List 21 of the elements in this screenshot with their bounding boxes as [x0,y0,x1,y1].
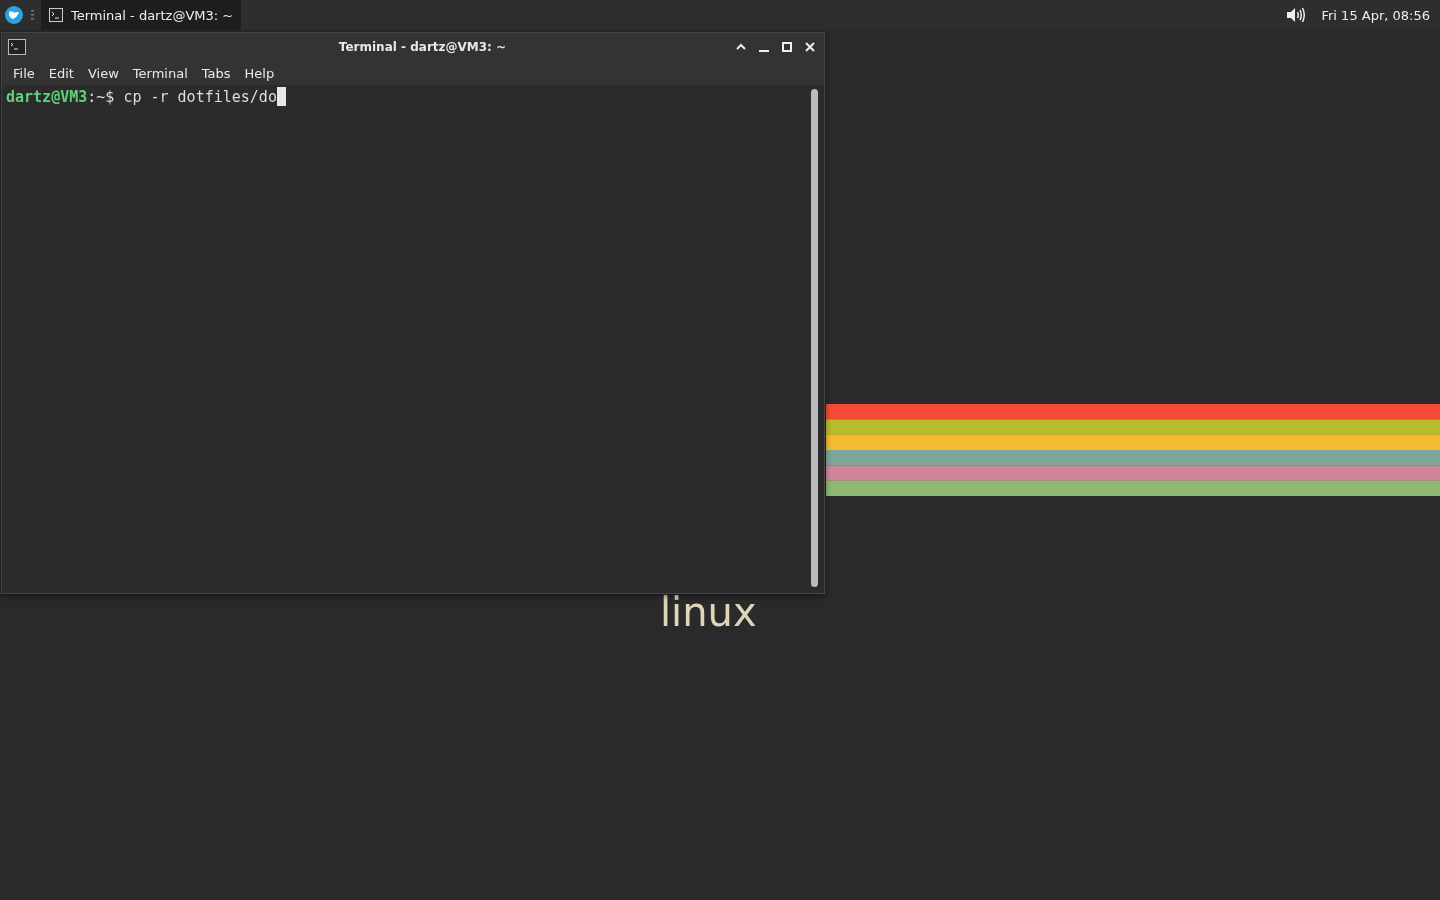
maximize-icon[interactable] [781,41,793,53]
menu-item[interactable]: Edit [41,65,81,81]
drag-handle-icon [31,10,34,20]
menu-item[interactable]: Tabs [194,65,238,81]
prompt-user-host: dartz@VM3 [6,88,88,106]
menu-item[interactable]: Help [237,65,282,81]
window-title: Terminal - dartz@VM3: ~ [337,40,508,54]
menu-item[interactable]: File [6,65,42,81]
clock[interactable]: Fri 15 Apr, 08:56 [1321,7,1430,23]
taskbar-button[interactable]: Terminal - dartz@VM3: ~ [41,0,242,30]
speaker-icon[interactable] [1285,7,1306,23]
menu-item[interactable]: View [80,65,126,81]
terminal-icon [49,8,63,22]
close-icon[interactable] [804,41,816,53]
terminal-icon [8,39,26,55]
wallpaper-text: linux [660,590,757,634]
command-text: cp -r dotfiles/do [123,88,277,106]
scrollbar[interactable] [811,89,818,587]
prompt-path: :~$ [87,88,115,106]
menu-item[interactable]: Terminal [125,65,195,81]
text-cursor [276,87,286,106]
